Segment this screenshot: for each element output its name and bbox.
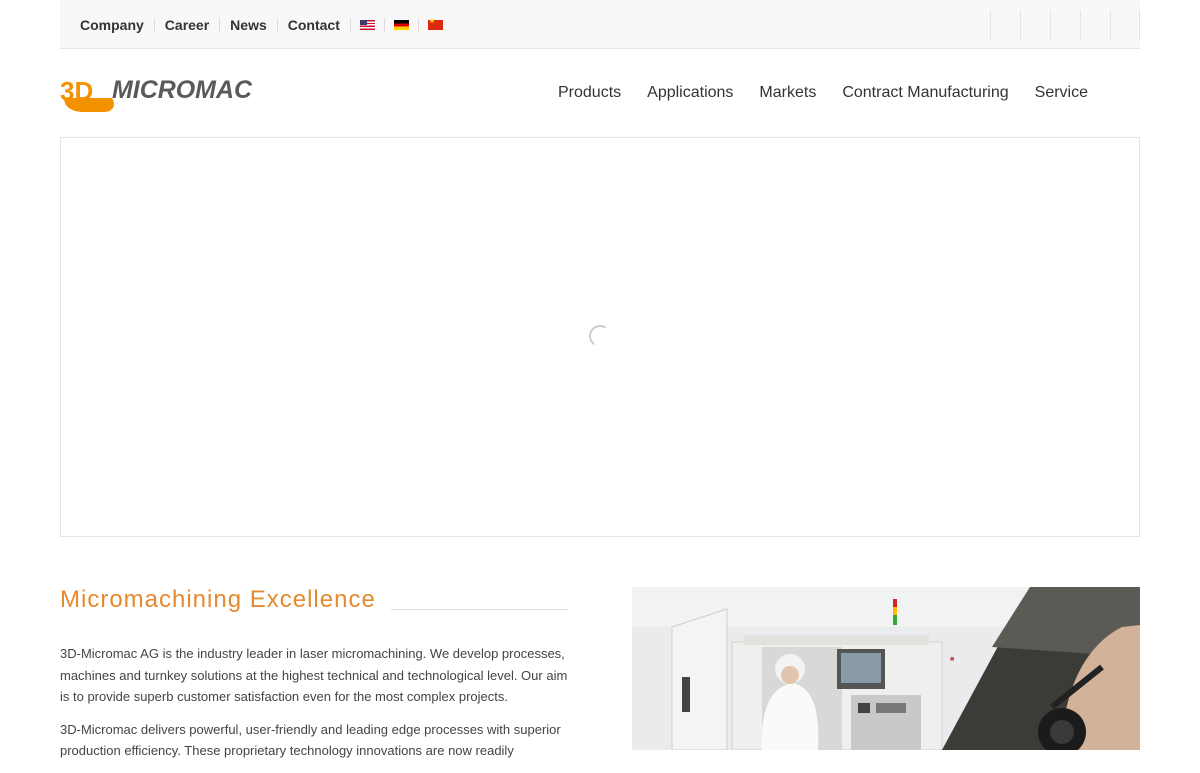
language-english[interactable] bbox=[349, 17, 384, 32]
top-navigation: Company Career News Contact bbox=[80, 0, 452, 49]
logo-mark: 3D bbox=[60, 76, 93, 106]
nav-contract-manufacturing[interactable]: Contract Manufacturing bbox=[842, 84, 1008, 102]
nav-products[interactable]: Products bbox=[558, 84, 621, 102]
social-icon[interactable] bbox=[1080, 10, 1110, 40]
chinese-flag-icon[interactable] bbox=[427, 17, 443, 30]
topnav-career-link[interactable]: Career bbox=[153, 17, 219, 32]
intro-paragraph: 3D-Micromac delivers powerful, user-frie… bbox=[60, 721, 561, 759]
language-german[interactable] bbox=[383, 17, 418, 32]
social-icon[interactable] bbox=[1110, 10, 1140, 40]
logo[interactable]: 3D MICROMAC bbox=[60, 76, 255, 112]
nav-service[interactable]: Service bbox=[1035, 84, 1088, 102]
german-flag-icon[interactable] bbox=[393, 19, 409, 30]
language-chinese[interactable] bbox=[417, 17, 452, 32]
topnav-company-link[interactable]: Company bbox=[80, 18, 154, 32]
top-bar: Company Career News Contact bbox=[60, 0, 1140, 49]
logo-name: MICROMAC bbox=[112, 76, 253, 104]
site-header: 3D MICROMAC Products Applications Market… bbox=[60, 49, 1140, 138]
english-flag-icon[interactable] bbox=[359, 19, 375, 30]
machine-brand-mark: ■ bbox=[950, 656, 954, 663]
social-icon[interactable] bbox=[1020, 10, 1050, 40]
title-divider bbox=[391, 609, 568, 610]
social-icon[interactable] bbox=[1050, 10, 1080, 40]
intro-paragraph: 3D-Micromac AG is the industry leader in… bbox=[60, 646, 568, 704]
social-links bbox=[990, 10, 1140, 40]
machine-photo: ■ bbox=[632, 587, 1140, 750]
main-navigation: Products Applications Markets Contract M… bbox=[532, 49, 1088, 137]
topnav-news-link[interactable]: News bbox=[219, 17, 277, 32]
intro-text: 3D-Micromac AG is the industry leader in… bbox=[60, 643, 572, 773]
topnav-contact-link[interactable]: Contact bbox=[276, 17, 350, 32]
machine-photo-illustration: ■ bbox=[632, 587, 1140, 750]
hero-slider bbox=[60, 138, 1140, 537]
section-title: Micromachining Excellence bbox=[60, 586, 376, 613]
loading-spinner-icon bbox=[587, 323, 613, 349]
nav-markets[interactable]: Markets bbox=[759, 84, 816, 102]
social-icon[interactable] bbox=[990, 10, 1020, 40]
nav-applications[interactable]: Applications bbox=[647, 84, 733, 102]
